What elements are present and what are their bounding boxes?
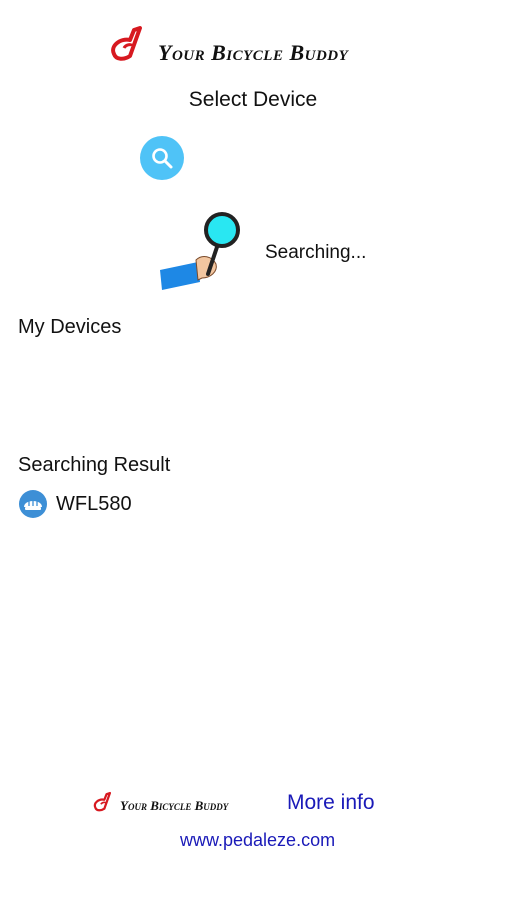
bicycle-helmet-icon [19, 490, 47, 518]
website-link[interactable]: www.pedaleze.com [180, 830, 335, 851]
more-info-link[interactable]: More info [287, 791, 375, 815]
device-name: WFL580 [56, 492, 132, 515]
search-button[interactable] [140, 136, 184, 180]
search-icon [152, 148, 173, 169]
footer-brand-mark-icon [93, 791, 112, 812]
footer-brand-logo: Your Bicycle Buddy [92, 788, 272, 816]
brand-mark-icon [111, 26, 142, 61]
brand-name: Your Bicycle Buddy [158, 40, 349, 65]
my-devices-heading: My Devices [18, 316, 122, 338]
page-title: Select Device [188, 88, 318, 111]
footer-brand-name: Your Bicycle Buddy [120, 798, 229, 813]
searching-illustration [158, 210, 248, 296]
searching-status: Searching... [265, 242, 367, 263]
searching-result-heading: Searching Result [18, 454, 171, 476]
device-list-item[interactable]: WFL580 [18, 488, 132, 520]
brand-logo: Your Bicycle Buddy [108, 22, 408, 66]
